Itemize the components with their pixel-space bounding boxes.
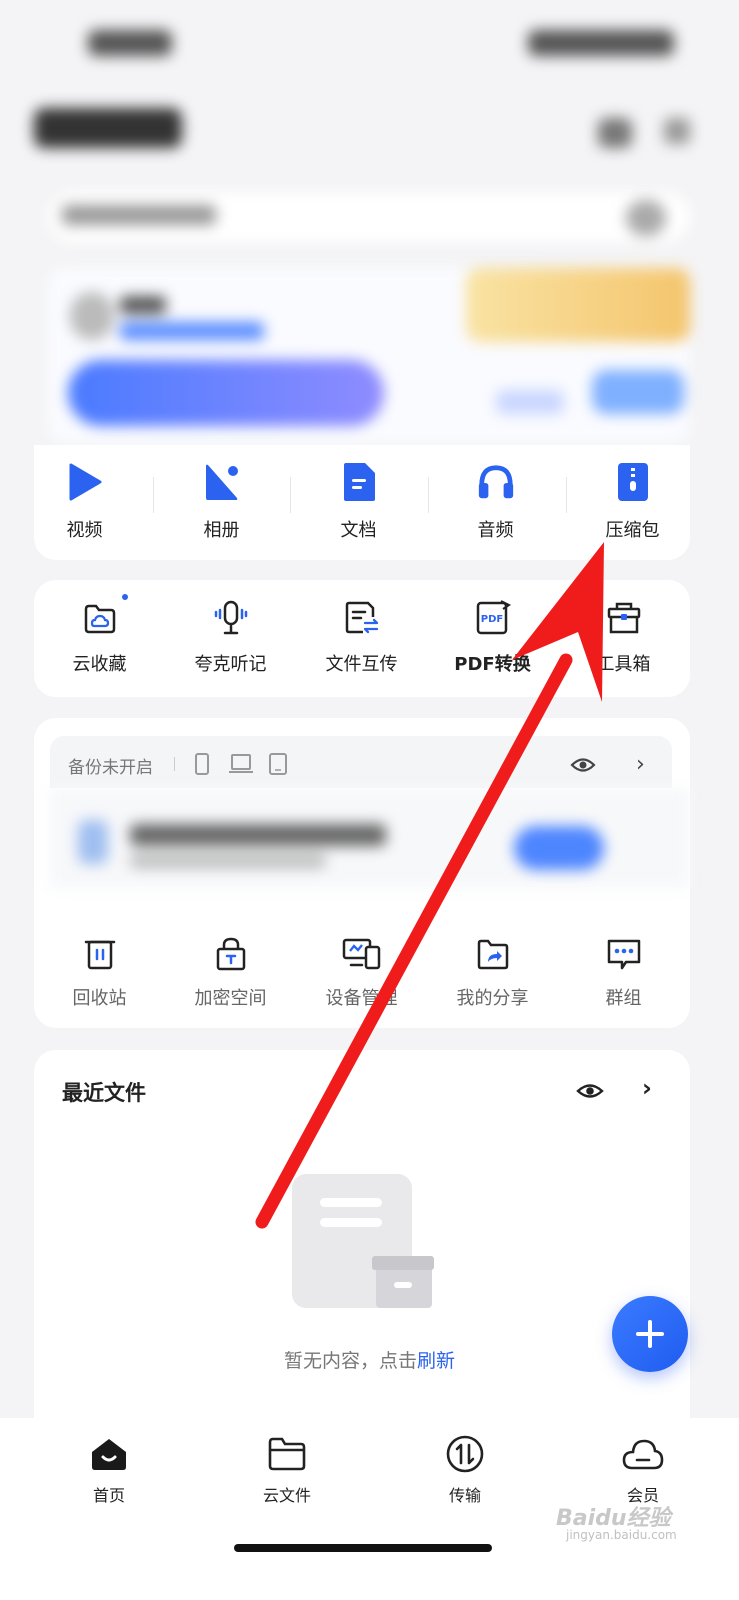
util-my-shares[interactable]: 我的分享: [427, 934, 558, 1010]
tool-pdf-convert[interactable]: PDF PDF转换: [427, 596, 558, 676]
category-label: 相册: [203, 520, 240, 541]
category-label: 音频: [477, 520, 514, 541]
microphone-icon: [211, 596, 251, 640]
zip-file-icon: [613, 458, 653, 506]
tools-row: 云收藏 夸克听记 文件互传 PDF PDF转换 工具箱: [34, 594, 690, 676]
play-icon: [65, 458, 105, 506]
header-action-icon[interactable]: [598, 118, 632, 148]
nav-cloud-files[interactable]: 云文件: [203, 1432, 371, 1506]
search-icon[interactable]: [626, 200, 666, 236]
divider: [174, 757, 175, 771]
util-label: 加密空间: [194, 988, 267, 1009]
backup-promo-subtext: [130, 854, 326, 868]
backup-status: 备份未开启: [68, 758, 153, 778]
category-label: 视频: [66, 520, 103, 541]
category-row: 视频 相册 文档 音频 压缩包: [16, 458, 722, 542]
nav-label: 首页: [92, 1486, 125, 1505]
pdf-icon: PDF: [473, 596, 513, 640]
bottom-nav-row: 首页 云文件 传输 会员: [0, 1432, 739, 1506]
folder-icon: [265, 1432, 309, 1476]
nav-label: 云文件: [262, 1486, 311, 1505]
cloud-icon: [621, 1432, 665, 1476]
nav-transfer[interactable]: 传输: [381, 1432, 549, 1506]
category-video[interactable]: 视频: [16, 458, 153, 542]
document-icon: [339, 458, 379, 506]
app-title: [34, 108, 182, 148]
category-archives[interactable]: 压缩包: [564, 458, 701, 542]
watermark-url: jingyan.baidu.com: [566, 1528, 677, 1542]
tablet-icon: [268, 752, 288, 780]
file-transfer-icon: [342, 596, 382, 640]
tool-label: PDF转换: [454, 654, 531, 675]
status-bar-indicators: [528, 30, 674, 56]
tool-label: 工具箱: [596, 654, 651, 675]
banner-action-button[interactable]: [68, 360, 384, 426]
chevron-right-icon[interactable]: ›: [642, 1074, 652, 1102]
header-more-icon[interactable]: [664, 118, 690, 144]
user-name: [120, 296, 166, 314]
backup-enable-button[interactable]: [514, 826, 604, 870]
util-device-management[interactable]: 设备管理: [296, 934, 427, 1010]
laptop-icon: [228, 752, 254, 780]
tool-file-transfer[interactable]: 文件互传: [296, 596, 427, 676]
backup-promo-icon: [78, 820, 108, 864]
chat-group-icon: [604, 934, 644, 974]
util-label: 回收站: [72, 988, 127, 1009]
phone-icon: [194, 752, 210, 780]
add-button[interactable]: [612, 1296, 688, 1372]
backup-promo-text: [130, 824, 386, 846]
share-icon: [473, 934, 513, 974]
lock-icon: [211, 934, 251, 974]
search-placeholder: [62, 205, 216, 225]
eye-icon[interactable]: [570, 752, 596, 782]
tool-label: 夸克听记: [194, 654, 267, 675]
utilities-row: 回收站 加密空间 设备管理 我的分享 群组: [34, 934, 690, 1010]
eye-icon[interactable]: [576, 1078, 604, 1108]
util-label: 设备管理: [325, 988, 398, 1009]
util-groups[interactable]: 群组: [558, 934, 689, 1010]
refresh-link[interactable]: 刷新: [417, 1350, 455, 1372]
util-label: 我的分享: [456, 988, 529, 1009]
transfer-icon: [443, 1432, 487, 1476]
devices-icon: [342, 934, 382, 974]
chevron-right-icon[interactable]: ›: [636, 752, 645, 777]
category-label: 文档: [340, 520, 377, 541]
util-encrypted-space[interactable]: 加密空间: [165, 934, 296, 1010]
cloud-folder-icon: [80, 594, 128, 640]
banner-link[interactable]: [496, 390, 564, 414]
notification-dot: [121, 594, 128, 600]
vip-promo-banner[interactable]: [466, 268, 690, 342]
tool-label: 文件互传: [325, 654, 398, 675]
svg-text:PDF: PDF: [480, 614, 502, 625]
tool-toolbox[interactable]: 工具箱: [558, 596, 689, 676]
toolbox-icon: [604, 596, 644, 640]
banner-secondary-button[interactable]: [592, 370, 684, 414]
tool-quark-notes[interactable]: 夸克听记: [165, 596, 296, 676]
home-indicator: [234, 1544, 492, 1552]
headphones-icon: [476, 458, 516, 506]
util-recycle-bin[interactable]: 回收站: [34, 934, 165, 1010]
nav-label: 传输: [448, 1486, 481, 1505]
photo-album-icon: [202, 458, 242, 506]
category-label: 压缩包: [605, 520, 660, 541]
avatar[interactable]: [70, 292, 114, 340]
storage-info: [120, 322, 264, 340]
home-icon: [87, 1432, 131, 1476]
nav-membership[interactable]: 会员: [559, 1432, 727, 1506]
util-label: 群组: [605, 988, 642, 1009]
tool-label: 云收藏: [72, 654, 127, 675]
status-bar-time: [88, 30, 172, 56]
tool-cloud-favorites[interactable]: 云收藏: [34, 594, 165, 676]
trash-icon: [80, 934, 120, 974]
nav-home[interactable]: 首页: [25, 1432, 193, 1506]
category-audio[interactable]: 音频: [427, 458, 564, 542]
category-documents[interactable]: 文档: [290, 458, 427, 542]
category-photos[interactable]: 相册: [153, 458, 290, 542]
section-title: 最近文件: [62, 1081, 146, 1105]
plus-icon: [636, 1320, 664, 1348]
empty-message: 暂无内容，点击: [283, 1350, 417, 1372]
empty-state-icon: [290, 1172, 435, 1316]
